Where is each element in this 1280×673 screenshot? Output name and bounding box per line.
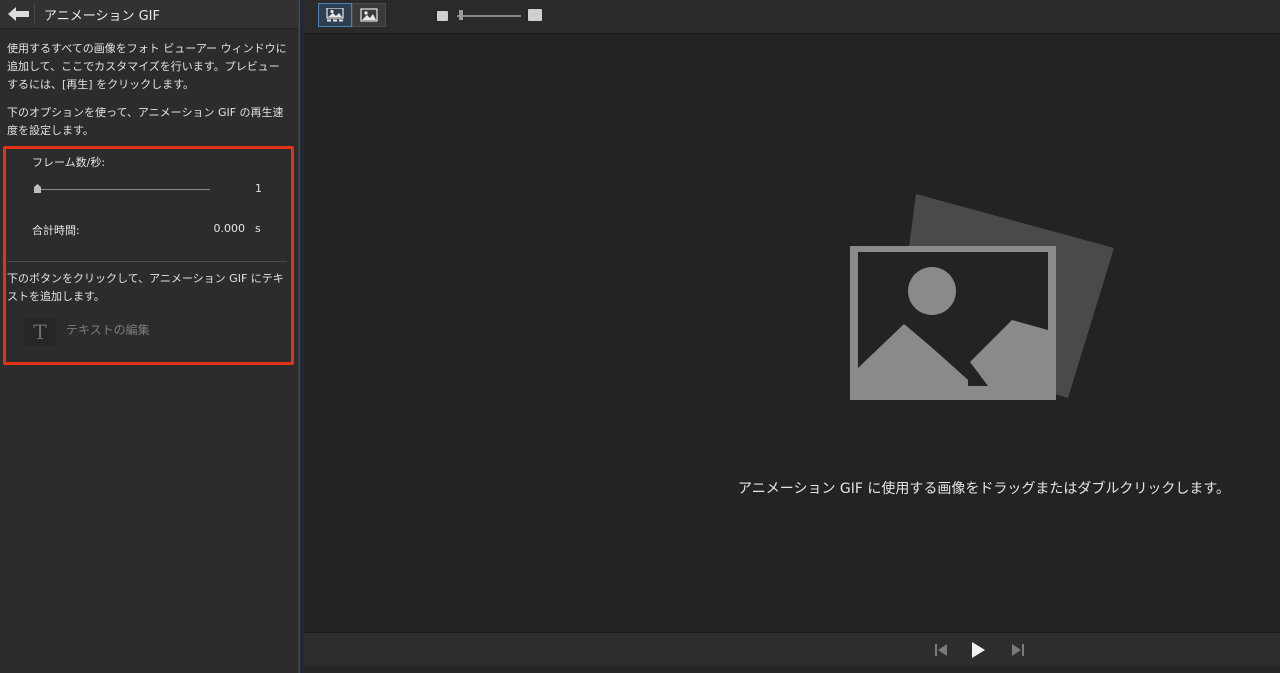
edit-text-button[interactable]: T テキストの編集 bbox=[24, 318, 174, 346]
description-text-edit: 下のボタンをクリックして、アニメーション GIF にテキストを追加します。 bbox=[7, 272, 284, 303]
small-thumbnail-icon bbox=[437, 11, 448, 21]
back-arrow-icon bbox=[8, 7, 29, 21]
status-strip bbox=[304, 666, 1280, 673]
thumbnail-size-slider[interactable] bbox=[437, 9, 547, 23]
toolbar bbox=[304, 0, 1280, 34]
thumbnail-size-thumb[interactable] bbox=[459, 10, 463, 20]
panel-title: アニメーション GIF bbox=[44, 9, 160, 24]
text-icon: T bbox=[24, 318, 56, 346]
section-divider bbox=[7, 261, 287, 262]
next-button[interactable] bbox=[1009, 641, 1027, 659]
back-button[interactable] bbox=[4, 3, 35, 25]
panel-header: アニメーション GIF bbox=[0, 0, 298, 29]
drop-hint-text: アニメーション GIF に使用する画像をドラッグまたはダブルクリックします。 bbox=[738, 481, 1230, 497]
play-icon bbox=[972, 642, 985, 658]
total-time-label: 合計時間: bbox=[32, 224, 80, 237]
fps-slider[interactable] bbox=[34, 184, 210, 194]
fps-slider-track bbox=[34, 189, 210, 190]
play-button[interactable] bbox=[969, 641, 987, 659]
fps-value: 1 bbox=[255, 182, 262, 195]
description-text: 使用するすべての画像をフォト ビューアー ウィンドウに追加して、ここでカスタマイ… bbox=[7, 42, 287, 91]
photo-placeholder-icon bbox=[850, 194, 1114, 400]
thumbnail-size-track bbox=[457, 15, 521, 17]
skip-previous-icon bbox=[935, 644, 947, 656]
previous-button[interactable] bbox=[932, 641, 950, 659]
description-speed-text: 下のオプションを使って、アニメーション GIF の再生速度を設定します。 bbox=[7, 106, 284, 137]
playback-bar bbox=[304, 632, 1280, 667]
fps-label: フレーム数/秒: bbox=[32, 156, 106, 169]
total-time-unit: s bbox=[255, 222, 261, 235]
left-panel: アニメーション GIF 使用するすべての画像をフォト ビューアー ウィンドウに追… bbox=[0, 0, 299, 673]
fps-slider-thumb[interactable] bbox=[34, 184, 41, 193]
single-view-button[interactable] bbox=[352, 3, 386, 27]
total-time-value: 0.000 bbox=[213, 222, 246, 235]
grid-view-button[interactable] bbox=[318, 3, 352, 27]
photo-viewer-area[interactable]: アニメーション GIF に使用する画像をドラッグまたはダブルクリックします。 bbox=[304, 34, 1280, 632]
edit-text-label: テキストの編集 bbox=[66, 323, 150, 337]
single-image-icon bbox=[360, 8, 378, 22]
thumbnail-grid-icon bbox=[326, 8, 344, 22]
large-thumbnail-icon bbox=[528, 9, 542, 21]
skip-next-icon bbox=[1012, 644, 1024, 656]
